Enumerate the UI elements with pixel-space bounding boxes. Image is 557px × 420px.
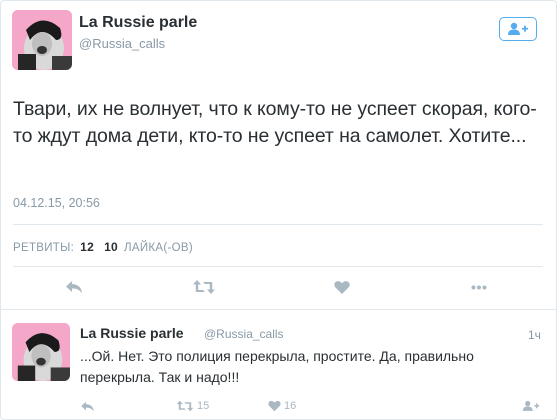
reply-like-count: 16 — [284, 400, 297, 412]
retweets-label: РЕТВИТЫ: — [13, 242, 75, 254]
reply-retweet-button[interactable]: 15 — [176, 398, 209, 414]
avatar[interactable] — [12, 10, 72, 70]
tweet-stats: РЕТВИТЫ: 12 10 ЛАЙКА(-ОВ) — [13, 240, 193, 254]
add-user-icon — [522, 400, 540, 411]
retweet-icon — [193, 280, 215, 294]
more-icon — [471, 285, 487, 289]
likes-count[interactable]: 10 — [104, 240, 118, 254]
reply-like-button[interactable]: 16 — [268, 398, 296, 414]
retweet-button[interactable] — [189, 277, 219, 297]
follow-button[interactable] — [499, 17, 537, 41]
reply-author-name[interactable]: La Russie parle — [80, 325, 184, 341]
reply-button[interactable] — [62, 277, 86, 297]
avatar-image — [12, 323, 70, 381]
reply-text: ...Ой. Нет. Это полиция перекрыла, прост… — [80, 348, 474, 385]
reply-retweet-count: 15 — [197, 400, 210, 412]
heart-icon — [334, 280, 350, 294]
reply-follow-button[interactable] — [522, 398, 540, 414]
reply-avatar[interactable] — [12, 323, 70, 381]
retweets-count[interactable]: 12 — [80, 240, 94, 254]
add-user-icon — [508, 22, 528, 35]
avatar-image — [12, 10, 72, 70]
tweet-timestamp[interactable]: 04.12.15, 20:56 — [13, 196, 100, 210]
reply-icon — [81, 401, 94, 411]
heart-icon — [268, 400, 281, 412]
divider — [13, 224, 543, 225]
reply-time[interactable]: 1ч — [528, 328, 541, 342]
like-button[interactable] — [330, 277, 354, 297]
tweet-text: Твари, их не волнует, что к кому-то не у… — [13, 98, 537, 147]
divider — [13, 266, 543, 267]
author-name[interactable]: La Russie parle — [79, 14, 197, 32]
retweet-icon — [176, 400, 194, 412]
reply-author-handle[interactable]: @Russia_calls — [204, 327, 284, 341]
author-handle[interactable]: @Russia_calls — [79, 36, 165, 51]
reply-icon — [66, 281, 82, 293]
reply-reply-button[interactable] — [80, 398, 95, 414]
likes-label: ЛАЙКА(-ОВ) — [124, 242, 193, 254]
divider — [0, 309, 557, 310]
more-button[interactable] — [467, 277, 491, 297]
